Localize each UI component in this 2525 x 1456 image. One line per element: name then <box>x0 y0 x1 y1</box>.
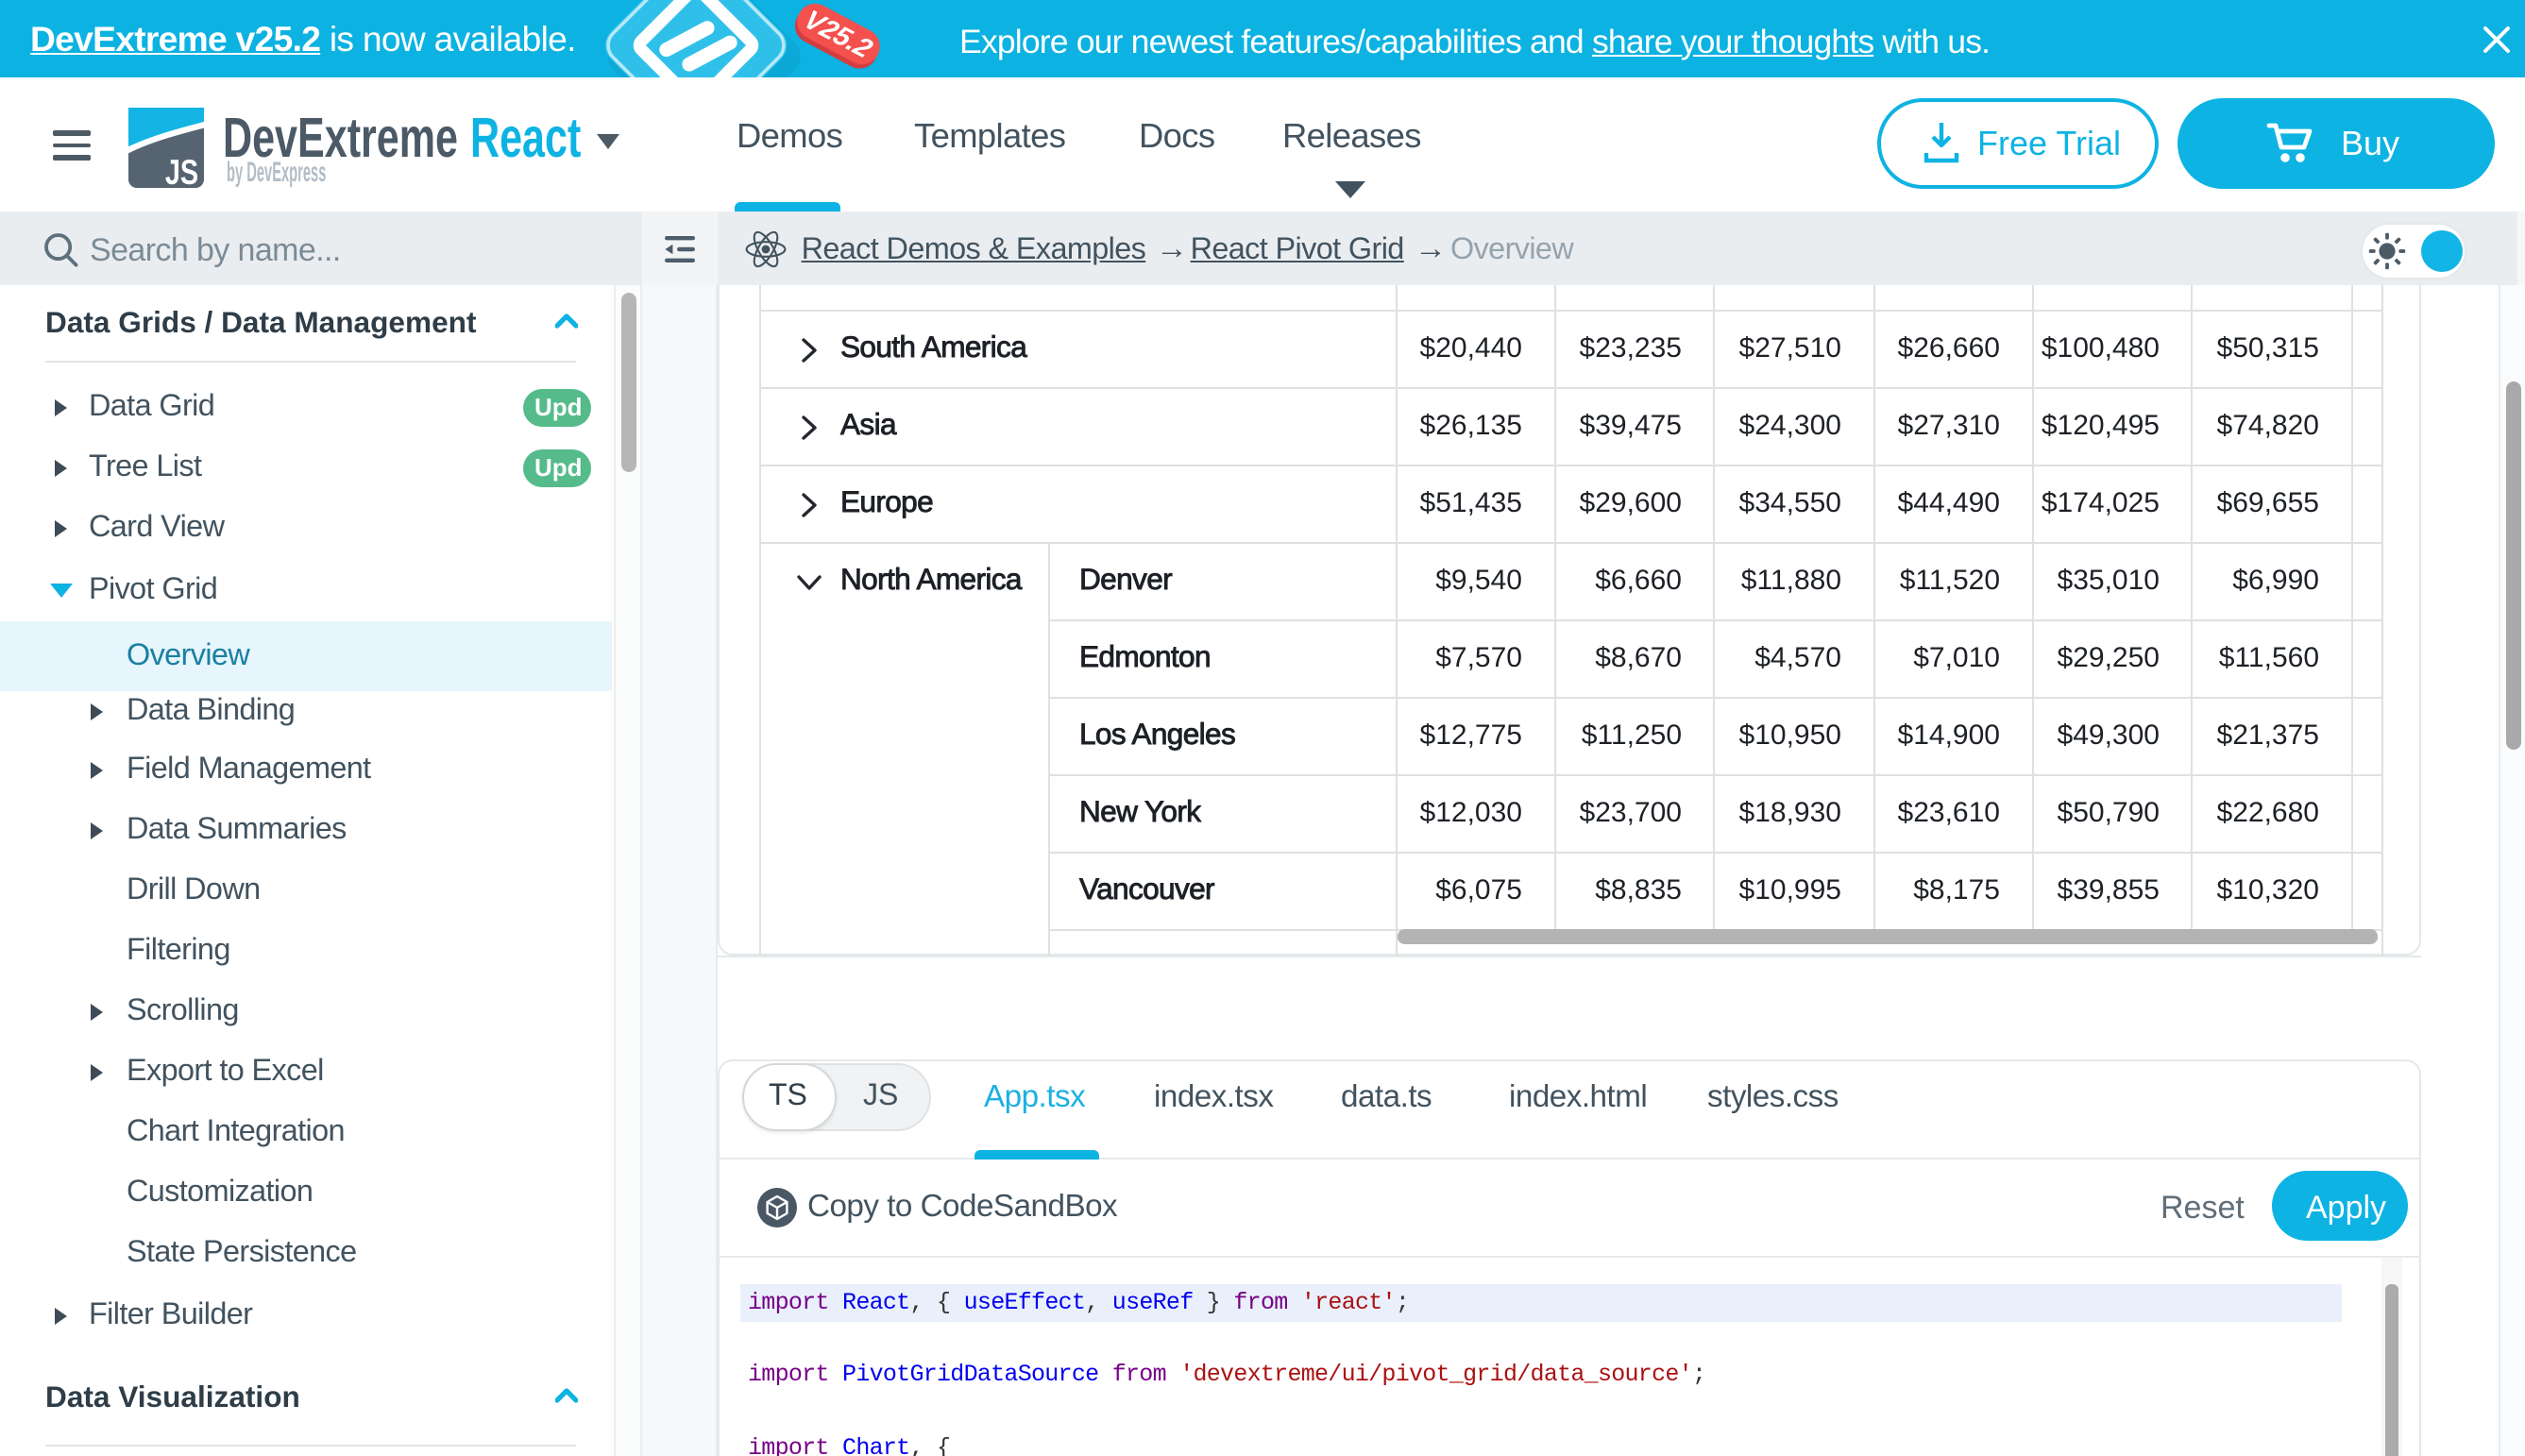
svg-text:JS: JS <box>165 154 198 188</box>
